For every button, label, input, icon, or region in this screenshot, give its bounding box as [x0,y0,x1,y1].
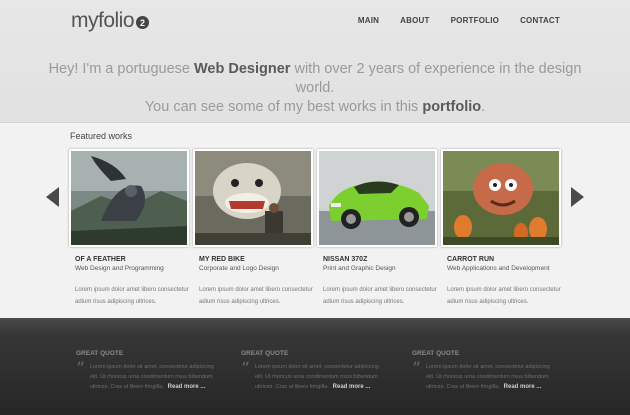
quote-icon: “ [76,359,85,379]
quote-line: elit. Ut rhoncus urna condimentum risus … [255,374,378,380]
work-description-line: adium risus adipiscing ultrices. [323,299,405,305]
work-description: Lorem ipsum dolor amet libero consectetu… [323,284,441,308]
read-more-link[interactable]: Read more ... [333,384,371,390]
nav-portfolio[interactable]: PORTFOLIO [451,16,499,25]
work-description: Lorem ipsum dolor amet libero consectetu… [447,284,565,308]
quote-icon: “ [241,359,250,379]
featured-title: Featured works [70,131,133,141]
work-card[interactable]: NISSAN 370Z Print and Graphic Design Lor… [317,149,437,308]
quote-line: ultrices. Cras ut libero fringilla. [90,384,164,390]
work-description-line: Lorem ipsum dolor amet libero consectetu… [447,287,561,293]
work-subtitle: Corporate and Logo Design [199,265,279,272]
work-subtitle: Web Design and Programming [75,265,164,272]
quote-body: “ Lorem ipsum dolor sit amet, consectetu… [241,359,401,392]
quote-line: Lorem ipsum dolor sit amet, consectetur … [255,364,379,370]
quote-line: elit. Ut rhoncus urna condimentum risus … [90,374,213,380]
quote-body: “ Lorem ipsum dolor sit amet, consectetu… [412,359,572,392]
read-more-link[interactable]: Read more ... [168,384,206,390]
work-description: Lorem ipsum dolor amet libero consectetu… [75,284,193,308]
work-card[interactable]: MY RED BIKE Corporate and Logo Design Lo… [193,149,313,308]
quote-line: elit. Ut rhoncus urna condimentum risus … [426,374,549,380]
read-more-link[interactable]: Read more ... [504,384,542,390]
work-card[interactable]: OF A FEATHER Web Design and Programming … [69,149,189,308]
work-title[interactable]: CARROT RUN [447,256,561,263]
intro-highlight: portfolio [422,99,482,115]
quote-line: Lorem ipsum dolor sit amet, consectetur … [426,364,550,370]
chevron-left-icon[interactable] [46,187,59,207]
nav-main[interactable]: MAIN [358,16,379,25]
intro-text-part: Hey! I'm a portuguese [48,61,194,77]
logo[interactable]: myfolio 2 [71,8,150,34]
intro-text-part: You can see some of my best works in thi… [144,99,423,115]
quote-title: GREAT QUOTE [412,350,460,357]
intro-line-2: You can see some of my best works in thi… [40,98,590,117]
intro-line-1: Hey! I'm a portuguese Web Designer with … [40,60,590,98]
nav-about[interactable]: ABOUT [400,16,429,25]
work-description-line: Lorem ipsum dolor amet libero consectetu… [75,287,189,293]
work-title[interactable]: NISSAN 370Z [323,256,437,263]
work-title[interactable]: OF A FEATHER [75,256,189,263]
work-thumbnail-bird[interactable] [69,149,189,247]
work-title[interactable]: MY RED BIKE [199,256,313,263]
work-thumbnail-carrot[interactable] [441,149,561,247]
intro-text-part: . [481,99,486,115]
work-description-line: adium risus adipiscing ultrices. [75,299,157,305]
quote-icon: “ [412,359,421,379]
logo-badge: 2 [136,16,150,29]
quote-line: ultrices. Cras ut libero fringilla. [255,384,329,390]
quote-text: Lorem ipsum dolor sit amet, consectetur … [255,362,393,392]
intro-text: Hey! I'm a portuguese Web Designer with … [40,60,590,117]
work-subtitle: Print and Graphic Design [323,265,396,272]
work-card[interactable]: CARROT RUN Web Applications and Developm… [441,149,561,308]
quote-text: Lorem ipsum dolor sit amet, consectetur … [90,362,228,392]
work-description-line: Lorem ipsum dolor amet libero consectetu… [323,287,437,293]
nav-contact[interactable]: CONTACT [520,16,560,25]
intro-text-part: with over 2 years of experience in the d… [290,61,582,96]
footer-edge [0,318,630,336]
quote-body: “ Lorem ipsum dolor sit amet, consectetu… [76,359,236,392]
quote-block: GREAT QUOTE “ Lorem ipsum dolor sit amet… [241,350,401,392]
work-description-line: Lorem ipsum dolor amet libero consectetu… [199,287,313,293]
work-description: Lorem ipsum dolor amet libero consectetu… [199,284,317,308]
work-description-line: adium risus adipiscing ultrices. [447,299,529,305]
quote-title: GREAT QUOTE [241,350,289,357]
work-thumbnail-dog[interactable] [193,149,313,247]
quote-block: GREAT QUOTE “ Lorem ipsum dolor sit amet… [412,350,572,392]
main-nav: MAIN ABOUT PORTFOLIO CONTACT [358,16,560,25]
quote-line: ultrices. Cras ut libero fringilla. [426,384,500,390]
work-description-line: adium risus adipiscing ultrices. [199,299,281,305]
quote-line: Lorem ipsum dolor sit amet, consectetur … [90,364,214,370]
intro-highlight: Web Designer [194,61,291,77]
quote-block: GREAT QUOTE “ Lorem ipsum dolor sit amet… [76,350,236,392]
quote-title: GREAT QUOTE [76,350,124,357]
work-subtitle: Web Applications and Development [447,265,550,272]
quote-text: Lorem ipsum dolor sit amet, consectetur … [426,362,564,392]
logo-text: myfolio [71,9,135,32]
work-thumbnail-car[interactable] [317,149,437,247]
chevron-right-icon[interactable] [571,187,584,207]
